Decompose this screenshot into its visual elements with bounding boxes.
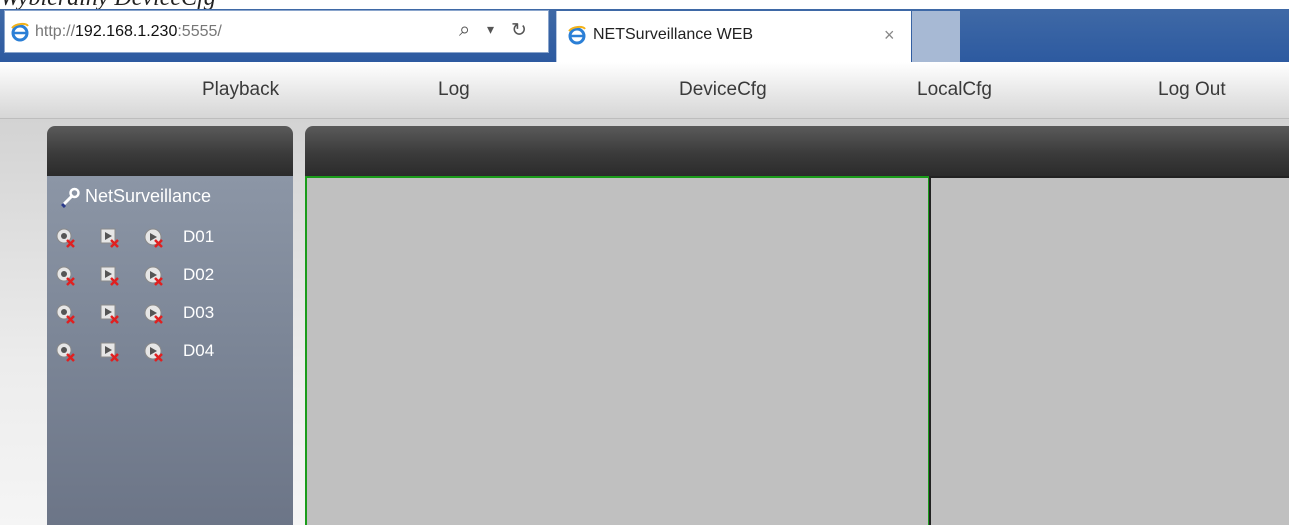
- channel-label[interactable]: D01: [183, 227, 214, 247]
- dropdown-icon[interactable]: ▾: [487, 21, 494, 38]
- alarm-off-icon[interactable]: [143, 227, 165, 249]
- address-url[interactable]: http://192.168.1.230:5555/: [35, 23, 222, 41]
- play-off-icon[interactable]: [99, 303, 121, 325]
- tree-root[interactable]: NetSurveillance: [55, 182, 285, 210]
- internet-explorer-icon: [11, 22, 29, 42]
- play-off-icon[interactable]: [99, 341, 121, 363]
- wrench-icon: [60, 187, 80, 208]
- address-tools: ⌕ ▾ ↻: [455, 19, 545, 43]
- nav-logout[interactable]: Log Out: [1158, 79, 1226, 101]
- video-panel-header: [305, 126, 1289, 176]
- record-off-icon[interactable]: [55, 341, 77, 363]
- device-tree-header: [47, 126, 293, 176]
- channel-row[interactable]: D01: [55, 222, 285, 252]
- alarm-off-icon[interactable]: [143, 265, 165, 287]
- channel-label[interactable]: D03: [183, 303, 214, 323]
- browser-toolbar: http://192.168.1.230:5555/ ⌕ ▾ ↻ NETSurv…: [0, 9, 1289, 62]
- address-bar[interactable]: http://192.168.1.230:5555/ ⌕ ▾ ↻: [4, 10, 549, 53]
- nav-localcfg[interactable]: LocalCfg: [917, 79, 992, 101]
- nav-log[interactable]: Log: [438, 79, 470, 101]
- alarm-off-icon[interactable]: [143, 341, 165, 363]
- channel-row[interactable]: D04: [55, 336, 285, 366]
- video-cell-selected[interactable]: [305, 176, 930, 525]
- app-nav: Playback Log DeviceCfg LocalCfg Log Out: [0, 62, 1289, 119]
- record-off-icon[interactable]: [55, 227, 77, 249]
- video-cell[interactable]: [929, 176, 1289, 525]
- tab-title: NETSurveillance WEB: [593, 26, 754, 43]
- tree-root-label: NetSurveillance: [85, 186, 212, 206]
- channel-row[interactable]: D02: [55, 260, 285, 290]
- nav-playback[interactable]: Playback: [202, 79, 279, 101]
- nav-devicecfg[interactable]: DeviceCfg: [679, 79, 767, 101]
- browser-tab[interactable]: NETSurveillance WEB ×: [556, 11, 911, 62]
- internet-explorer-icon: [568, 25, 586, 45]
- url-host: 192.168.1.230: [75, 23, 178, 40]
- url-prefix: http://: [35, 23, 76, 40]
- play-off-icon[interactable]: [99, 265, 121, 287]
- search-icon[interactable]: ⌕: [459, 19, 470, 42]
- channel-label[interactable]: D04: [183, 341, 214, 361]
- record-off-icon[interactable]: [55, 303, 77, 325]
- video-area: [305, 176, 1289, 525]
- channel-label[interactable]: D02: [183, 265, 214, 285]
- tab-close-icon[interactable]: ×: [884, 25, 895, 46]
- play-off-icon[interactable]: [99, 227, 121, 249]
- alarm-off-icon[interactable]: [143, 303, 165, 325]
- channel-row[interactable]: D03: [55, 298, 285, 328]
- device-tree-panel: NetSurveillance D01 D02 D03 D04: [47, 176, 293, 525]
- refresh-icon[interactable]: ↻: [511, 19, 527, 42]
- record-off-icon[interactable]: [55, 265, 77, 287]
- url-port: :5555/: [177, 23, 222, 40]
- new-tab-button[interactable]: [912, 11, 960, 62]
